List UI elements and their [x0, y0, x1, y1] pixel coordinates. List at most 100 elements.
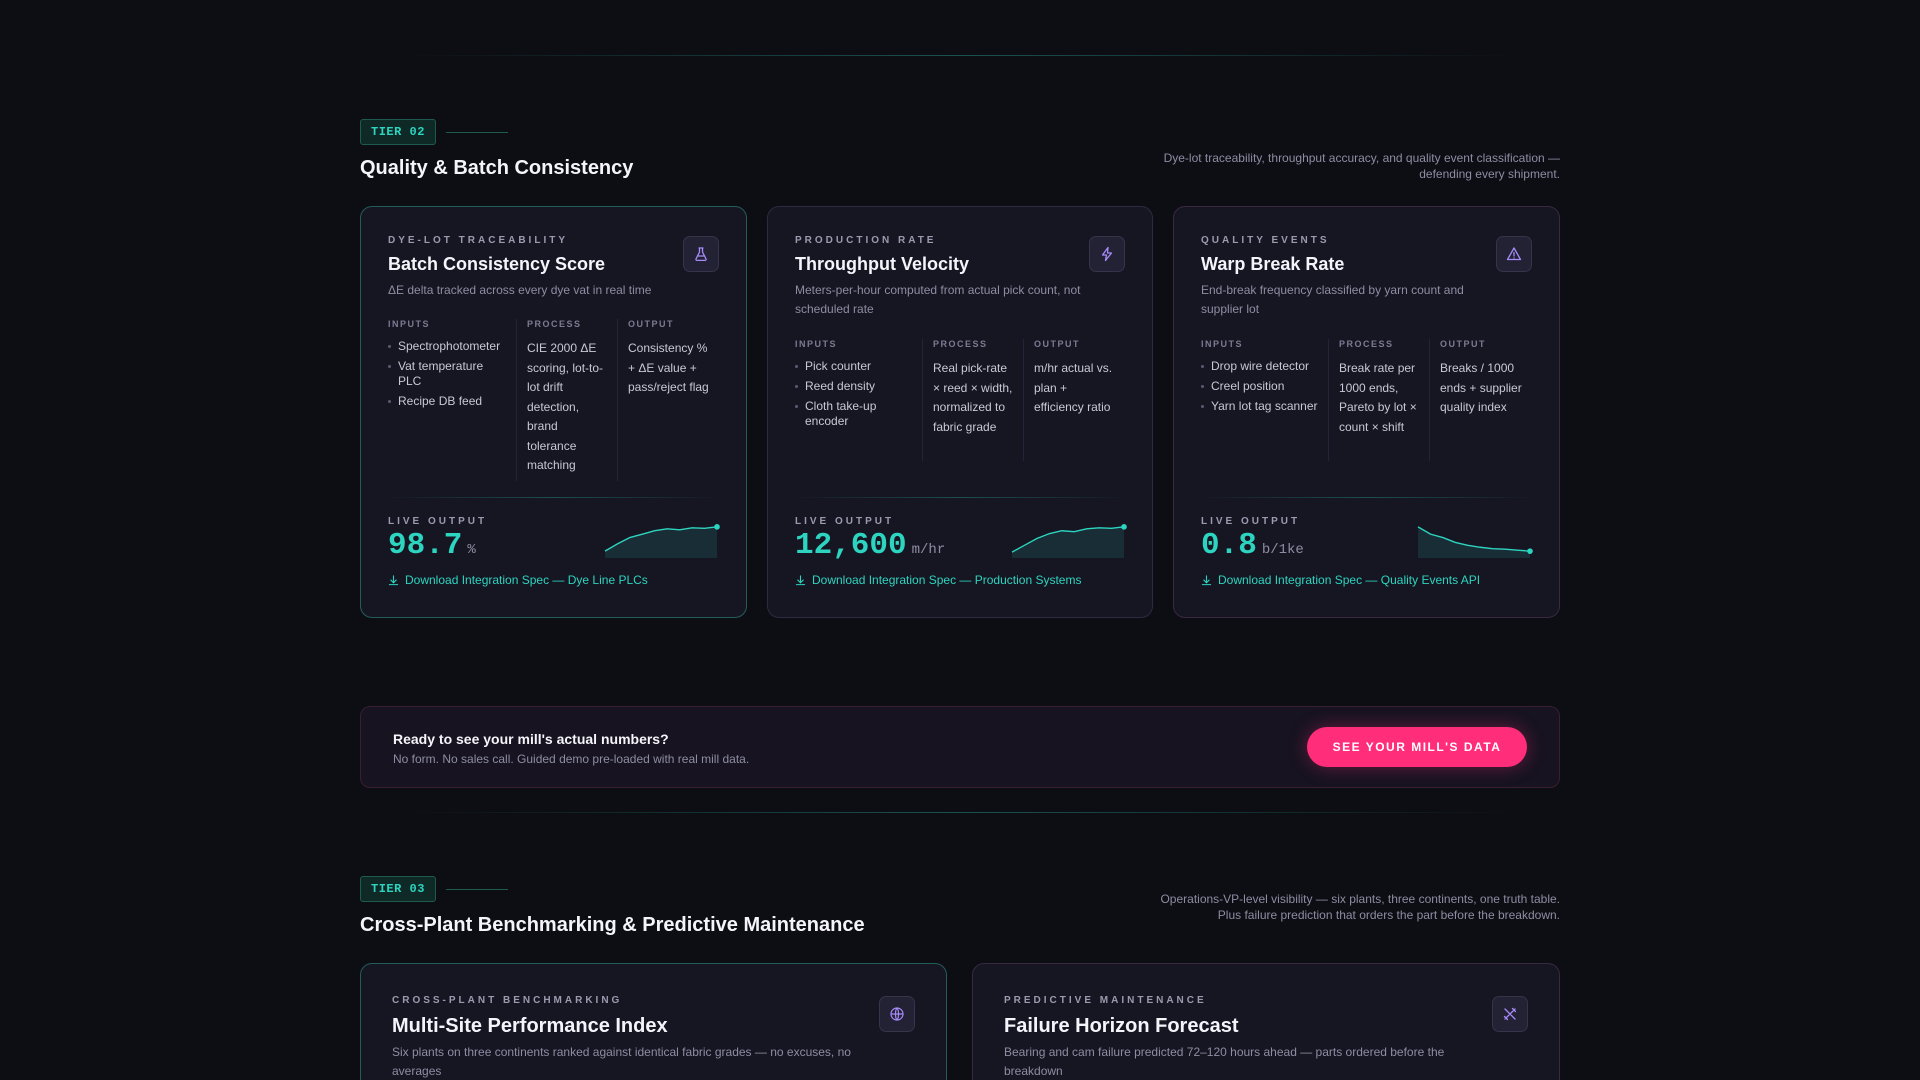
list-item: Spectrophotometer — [388, 339, 506, 354]
value-unit: % — [467, 542, 476, 558]
list-item: Recipe DB feed — [388, 394, 506, 409]
live-output-label: LIVE OUTPUT — [795, 516, 895, 527]
see-your-data-button[interactable]: SEE YOUR MILL'S DATA — [1307, 727, 1527, 767]
value-unit: m/hr — [911, 542, 946, 558]
list-item: Cloth take-up encoder — [795, 399, 912, 429]
download-spec-link[interactable]: Download Integration Spec — Dye Line PLC… — [388, 573, 648, 587]
card-io-columns: INPUTS Drop wire detector Creel position… — [1201, 339, 1534, 461]
card-divider — [388, 497, 721, 498]
inputs-column: INPUTS Pick counter Reed density Cloth t… — [795, 339, 922, 461]
section-title: Cross-Plant Benchmarking & Predictive Ma… — [360, 914, 865, 936]
list-item: Reed density — [795, 379, 912, 394]
list-item: Pick counter — [795, 359, 912, 374]
inputs-label: INPUTS — [795, 339, 838, 349]
download-icon — [1201, 574, 1212, 585]
card-io-columns: INPUTS Pick counter Reed density Cloth t… — [795, 339, 1128, 461]
card-title: Failure Horizon Forecast — [1004, 1015, 1239, 1037]
card-description: Bearing and cam failure predicted 72–120… — [1004, 1045, 1445, 1078]
cta-subtitle: No form. No sales call. Guided demo pre-… — [393, 752, 750, 766]
process-label: PROCESS — [1339, 339, 1394, 349]
metric-card-multi-site-index: CROSS-PLANT BENCHMARKING Multi-Site Perf… — [360, 963, 947, 1080]
metric-card-warp-break-rate: QUALITY EVENTS Warp Break Rate End-break… — [1173, 206, 1560, 618]
live-output-value: 98.7% — [388, 528, 476, 563]
value-unit: b/1ke — [1261, 542, 1304, 558]
sparkline-chart — [1011, 524, 1127, 558]
card-eyebrow: CROSS-PLANT BENCHMARKING — [392, 995, 623, 1006]
lightning-icon — [1089, 236, 1125, 272]
card-description: Six plants on three continents ranked ag… — [392, 1045, 851, 1078]
sparkline-chart — [604, 524, 720, 558]
process-column: PROCESS CIE 2000 ΔE scoring, lot-to-lot … — [516, 319, 617, 481]
card-title: Warp Break Rate — [1201, 254, 1345, 274]
value-number: 98.7 — [388, 528, 463, 563]
card-divider — [795, 497, 1128, 498]
globe-icon — [879, 996, 915, 1032]
download-spec-link[interactable]: Download Integration Spec — Production S… — [795, 573, 1081, 587]
download-spec-label: Download Integration Spec — Quality Even… — [1218, 573, 1481, 587]
flask-icon — [683, 236, 719, 272]
list-item: Yarn lot tag scanner — [1201, 399, 1318, 414]
tools-icon — [1492, 996, 1528, 1032]
section-description: Operations-VP-level visibility — six pla… — [1160, 892, 1560, 922]
output-text: m/hr actual vs. plan + efficiency ratio — [1034, 361, 1113, 414]
section-divider-middle — [400, 812, 1520, 813]
output-label: OUTPUT — [1034, 339, 1080, 349]
metric-card-failure-horizon: PREDICTIVE MAINTENANCE Failure Horizon F… — [972, 963, 1560, 1080]
tier-badge: TIER 02 — [360, 119, 436, 145]
download-icon — [795, 574, 806, 585]
sparkline-chart — [1417, 526, 1533, 558]
output-column: OUTPUT Breaks / 1000 ends + supplier qua… — [1429, 339, 1534, 461]
inputs-label: INPUTS — [1201, 339, 1244, 349]
card-title: Multi-Site Performance Index — [392, 1015, 668, 1037]
list-item: Vat temperature PLC — [388, 359, 506, 389]
output-column: OUTPUT Consistency % + ΔE value + pass/r… — [617, 319, 721, 481]
value-number: 0.8 — [1201, 528, 1257, 563]
output-text: Breaks / 1000 ends + supplier quality in… — [1440, 361, 1522, 414]
cta-banner: Ready to see your mill's actual numbers?… — [360, 706, 1560, 788]
value-number: 12,600 — [795, 528, 907, 563]
sparkline-endpoint — [1527, 548, 1533, 554]
tier-badge-line — [446, 889, 508, 890]
card-title: Throughput Velocity — [795, 254, 969, 274]
output-label: OUTPUT — [1440, 339, 1486, 349]
sparkline-endpoint — [1121, 524, 1127, 530]
inputs-column: INPUTS Drop wire detector Creel position… — [1201, 339, 1328, 461]
process-text: CIE 2000 ΔE scoring, lot-to-lot drift de… — [527, 341, 604, 472]
card-eyebrow: QUALITY EVENTS — [1201, 235, 1330, 246]
metric-card-throughput-velocity: PRODUCTION RATE Throughput Velocity Mete… — [767, 206, 1153, 618]
list-item: Creel position — [1201, 379, 1318, 394]
card-title: Batch Consistency Score — [388, 254, 606, 274]
inputs-column: INPUTS Spectrophotometer Vat temperature… — [388, 319, 516, 481]
download-spec-label: Download Integration Spec — Production S… — [812, 573, 1082, 587]
card-description: ΔE delta tracked across every dye vat in… — [388, 283, 652, 297]
live-output-label: LIVE OUTPUT — [388, 516, 488, 527]
sparkline-area — [1418, 526, 1530, 558]
card-description: End-break frequency classified by yarn c… — [1201, 283, 1464, 316]
live-output-label: LIVE OUTPUT — [1201, 516, 1301, 527]
process-text: Real pick-rate × reed × width, normalize… — [933, 361, 1013, 434]
card-eyebrow: DYE-LOT TRACEABILITY — [388, 235, 568, 246]
metric-card-batch-consistency: DYE-LOT TRACEABILITY Batch Consistency S… — [360, 206, 747, 618]
sparkline-endpoint — [714, 524, 720, 530]
card-eyebrow: PREDICTIVE MAINTENANCE — [1004, 995, 1207, 1006]
process-text: Break rate per 1000 ends, Pareto by lot … — [1339, 361, 1417, 434]
output-text: Consistency % + ΔE value + pass/reject f… — [628, 341, 709, 394]
live-output-value: 0.8 b/1ke — [1201, 528, 1304, 563]
live-output-value: 12,600 m/hr — [795, 528, 945, 563]
process-column: PROCESS Real pick-rate × reed × width, n… — [922, 339, 1023, 461]
process-column: PROCESS Break rate per 1000 ends, Pareto… — [1328, 339, 1429, 461]
process-label: PROCESS — [933, 339, 988, 349]
section-description: Dye-lot traceability, throughput accurac… — [1163, 151, 1560, 181]
output-label: OUTPUT — [628, 319, 674, 329]
cta-title: Ready to see your mill's actual numbers? — [393, 731, 669, 747]
card-eyebrow: PRODUCTION RATE — [795, 235, 937, 246]
list-item: Drop wire detector — [1201, 359, 1318, 374]
inputs-label: INPUTS — [388, 319, 431, 329]
download-spec-label: Download Integration Spec — Dye Line PLC… — [405, 573, 648, 587]
section-divider-top — [400, 55, 1520, 56]
tier-badge: TIER 03 — [360, 876, 436, 902]
warning-icon — [1496, 236, 1532, 272]
download-spec-link[interactable]: Download Integration Spec — Quality Even… — [1201, 573, 1480, 587]
output-column: OUTPUT m/hr actual vs. plan + efficiency… — [1023, 339, 1128, 461]
card-description: Meters-per-hour computed from actual pic… — [795, 283, 1081, 316]
